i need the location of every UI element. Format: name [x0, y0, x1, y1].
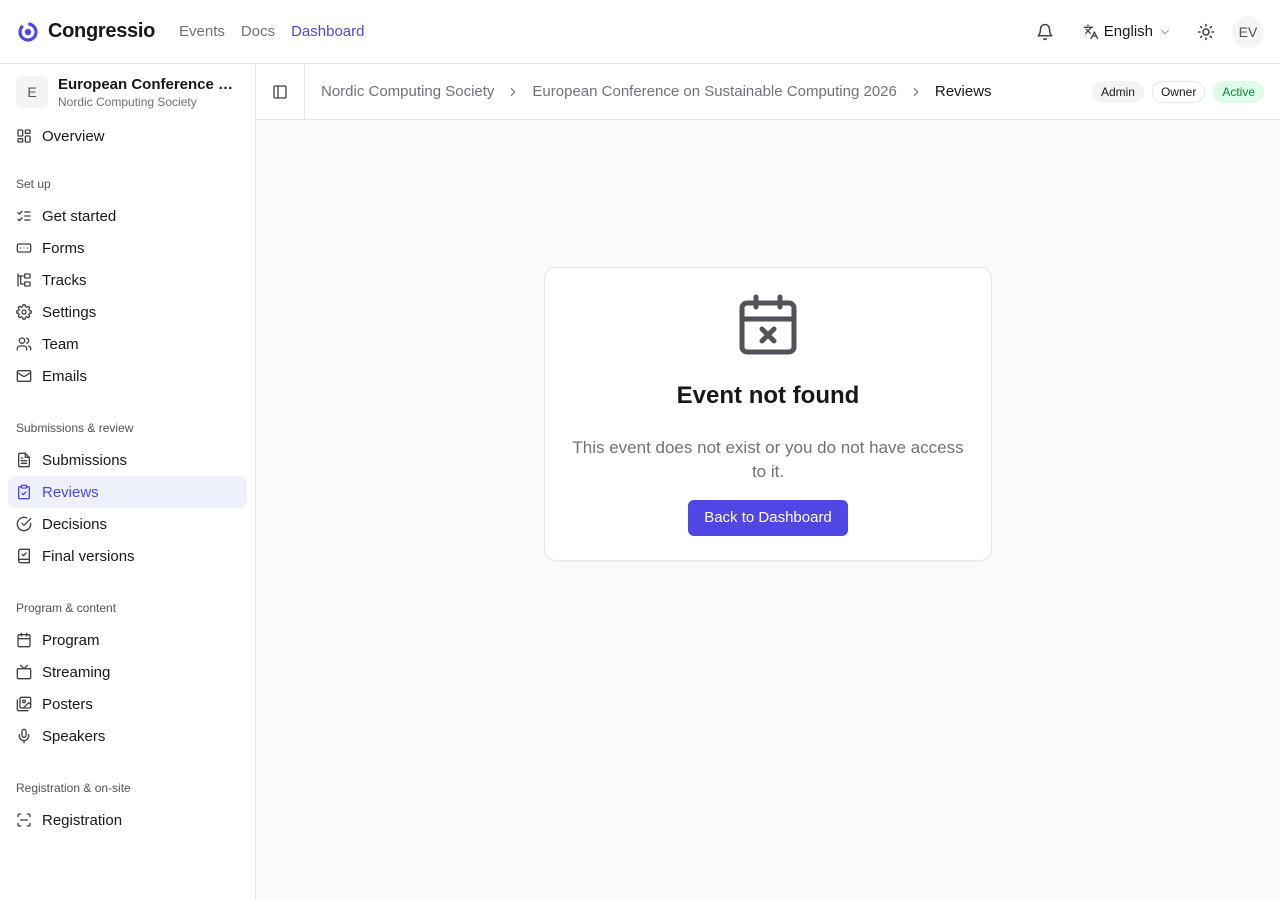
sidebar-item-program[interactable]: Program	[8, 624, 247, 656]
nav-events[interactable]: Events	[179, 23, 225, 40]
form-input-icon	[16, 240, 32, 256]
sun-icon	[1197, 23, 1215, 41]
sidebar-item-label: Program	[42, 631, 100, 649]
chevron-right-icon	[909, 85, 923, 99]
back-to-dashboard-button[interactable]: Back to Dashboard	[688, 500, 848, 536]
nav-docs[interactable]: Docs	[241, 23, 275, 40]
event-switcher[interactable]: E European Conference on Sustainable Com…	[0, 64, 255, 120]
main-content: Nordic Computing Society European Confer…	[256, 63, 1280, 900]
sidebar-group-label: Set up	[16, 177, 51, 191]
sidebar-item-streaming[interactable]: Streaming	[8, 656, 247, 688]
empty-state-card: Event not found This event does not exis…	[544, 267, 992, 561]
users-icon	[16, 336, 32, 352]
sidebar-item-decisions[interactable]: Decisions	[8, 508, 247, 540]
sidebar-item-label: Speakers	[42, 727, 106, 745]
calendar-x-icon	[545, 294, 991, 356]
sidebar-item-reviews[interactable]: Reviews	[8, 476, 247, 508]
sidebar-group-label: Program & content	[16, 601, 117, 615]
sidebar-group-label: Registration & on-site	[16, 781, 131, 795]
breadcrumb-bar: Nordic Computing Society European Confer…	[256, 63, 1280, 120]
gear-icon	[16, 304, 32, 320]
sidebar-item-label: Emails	[42, 367, 88, 385]
breadcrumb-current: Reviews	[934, 83, 992, 100]
sidebar-item-submissions[interactable]: Submissions	[8, 444, 247, 476]
breadcrumb: Nordic Computing Society European Confer…	[321, 83, 992, 100]
logo-icon	[16, 20, 40, 44]
event-name: European Conference on Sustainable Compu…	[58, 75, 234, 93]
sidebar-item-label: Final versions	[42, 547, 135, 565]
status-badge: Active	[1213, 80, 1264, 103]
event-org: Nordic Computing Society	[58, 94, 197, 109]
sidebar-item-label: Overview	[42, 127, 105, 145]
breadcrumb-event[interactable]: European Conference on Sustainable Compu…	[532, 83, 896, 100]
empty-state-title: Event not found	[676, 382, 860, 409]
check-circle-icon	[16, 516, 32, 532]
sidebar-item-forms[interactable]: Forms	[8, 232, 247, 264]
sidebar-toggle-button[interactable]	[256, 63, 305, 120]
sidebar-item-label: Submissions	[42, 451, 128, 469]
mic-icon	[16, 728, 32, 744]
admin-badge: Admin	[1091, 80, 1144, 103]
empty-state-description: This event does not exist or you do not …	[572, 438, 964, 481]
sidebar-item-label: Reviews	[42, 483, 99, 501]
images-icon	[16, 696, 32, 712]
sidebar: E European Conference on Sustainable Com…	[0, 64, 256, 900]
layout-dashboard-icon	[16, 128, 32, 144]
sidebar-item-registration[interactable]: Registration	[8, 804, 247, 836]
sidebar-item-final-versions[interactable]: Final versions	[8, 540, 247, 572]
sidebar-item-settings[interactable]: Settings	[8, 296, 247, 328]
sidebar-item-get-started[interactable]: Get started	[8, 200, 247, 232]
sidebar-item-label: Streaming	[42, 663, 111, 681]
calendar-icon	[16, 632, 32, 648]
top-bar: Congressio Events Docs Dashboard English…	[0, 0, 1280, 64]
sidebar-item-posters[interactable]: Posters	[8, 688, 247, 720]
book-check-icon	[16, 548, 32, 564]
sidebar-item-speakers[interactable]: Speakers	[8, 720, 247, 752]
sidebar-item-emails[interactable]: Emails	[8, 360, 247, 392]
nav-dashboard[interactable]: Dashboard	[291, 23, 364, 40]
breadcrumb-org[interactable]: Nordic Computing Society	[321, 83, 494, 100]
owner-badge: Owner	[1151, 80, 1206, 103]
app-logo[interactable]: Congressio	[16, 20, 155, 44]
sidebar-item-label: Forms	[42, 239, 85, 257]
user-avatar[interactable]: EV	[1232, 15, 1264, 48]
sidebar-item-label: Team	[42, 335, 79, 353]
clipboard-check-icon	[16, 484, 32, 500]
language-select[interactable]: English	[1083, 23, 1172, 40]
tv-icon	[16, 664, 32, 680]
translate-icon	[1083, 24, 1099, 40]
event-badge: E	[16, 76, 48, 108]
theme-toggle-button[interactable]	[1190, 16, 1222, 48]
panel-left-icon	[272, 84, 288, 100]
role-badges: Admin Owner Active	[1091, 80, 1264, 103]
chevron-right-icon	[506, 85, 520, 99]
sidebar-item-label: Posters	[42, 695, 93, 713]
list-checks-icon	[16, 208, 32, 224]
chevron-down-icon	[1158, 25, 1172, 39]
tracks-icon	[16, 272, 32, 288]
language-label: English	[1103, 23, 1153, 40]
app-name: Congressio	[48, 20, 156, 42]
top-nav: Events Docs Dashboard	[179, 23, 364, 40]
notifications-button[interactable]	[1029, 16, 1061, 48]
file-text-icon	[16, 452, 32, 468]
sidebar-item-label: Settings	[42, 303, 97, 321]
mail-icon	[16, 368, 32, 384]
sidebar-item-label: Tracks	[42, 271, 87, 289]
sidebar-item-label: Registration	[42, 811, 123, 829]
sidebar-item-overview[interactable]: Overview	[8, 120, 247, 152]
bell-icon	[1036, 23, 1054, 41]
sidebar-item-team[interactable]: Team	[8, 328, 247, 360]
sidebar-item-label: Decisions	[42, 515, 108, 533]
sidebar-group-label: Submissions & review	[16, 421, 134, 435]
sidebar-item-tracks[interactable]: Tracks	[8, 264, 247, 296]
sidebar-item-label: Get started	[42, 207, 117, 225]
scan-icon	[16, 812, 32, 828]
